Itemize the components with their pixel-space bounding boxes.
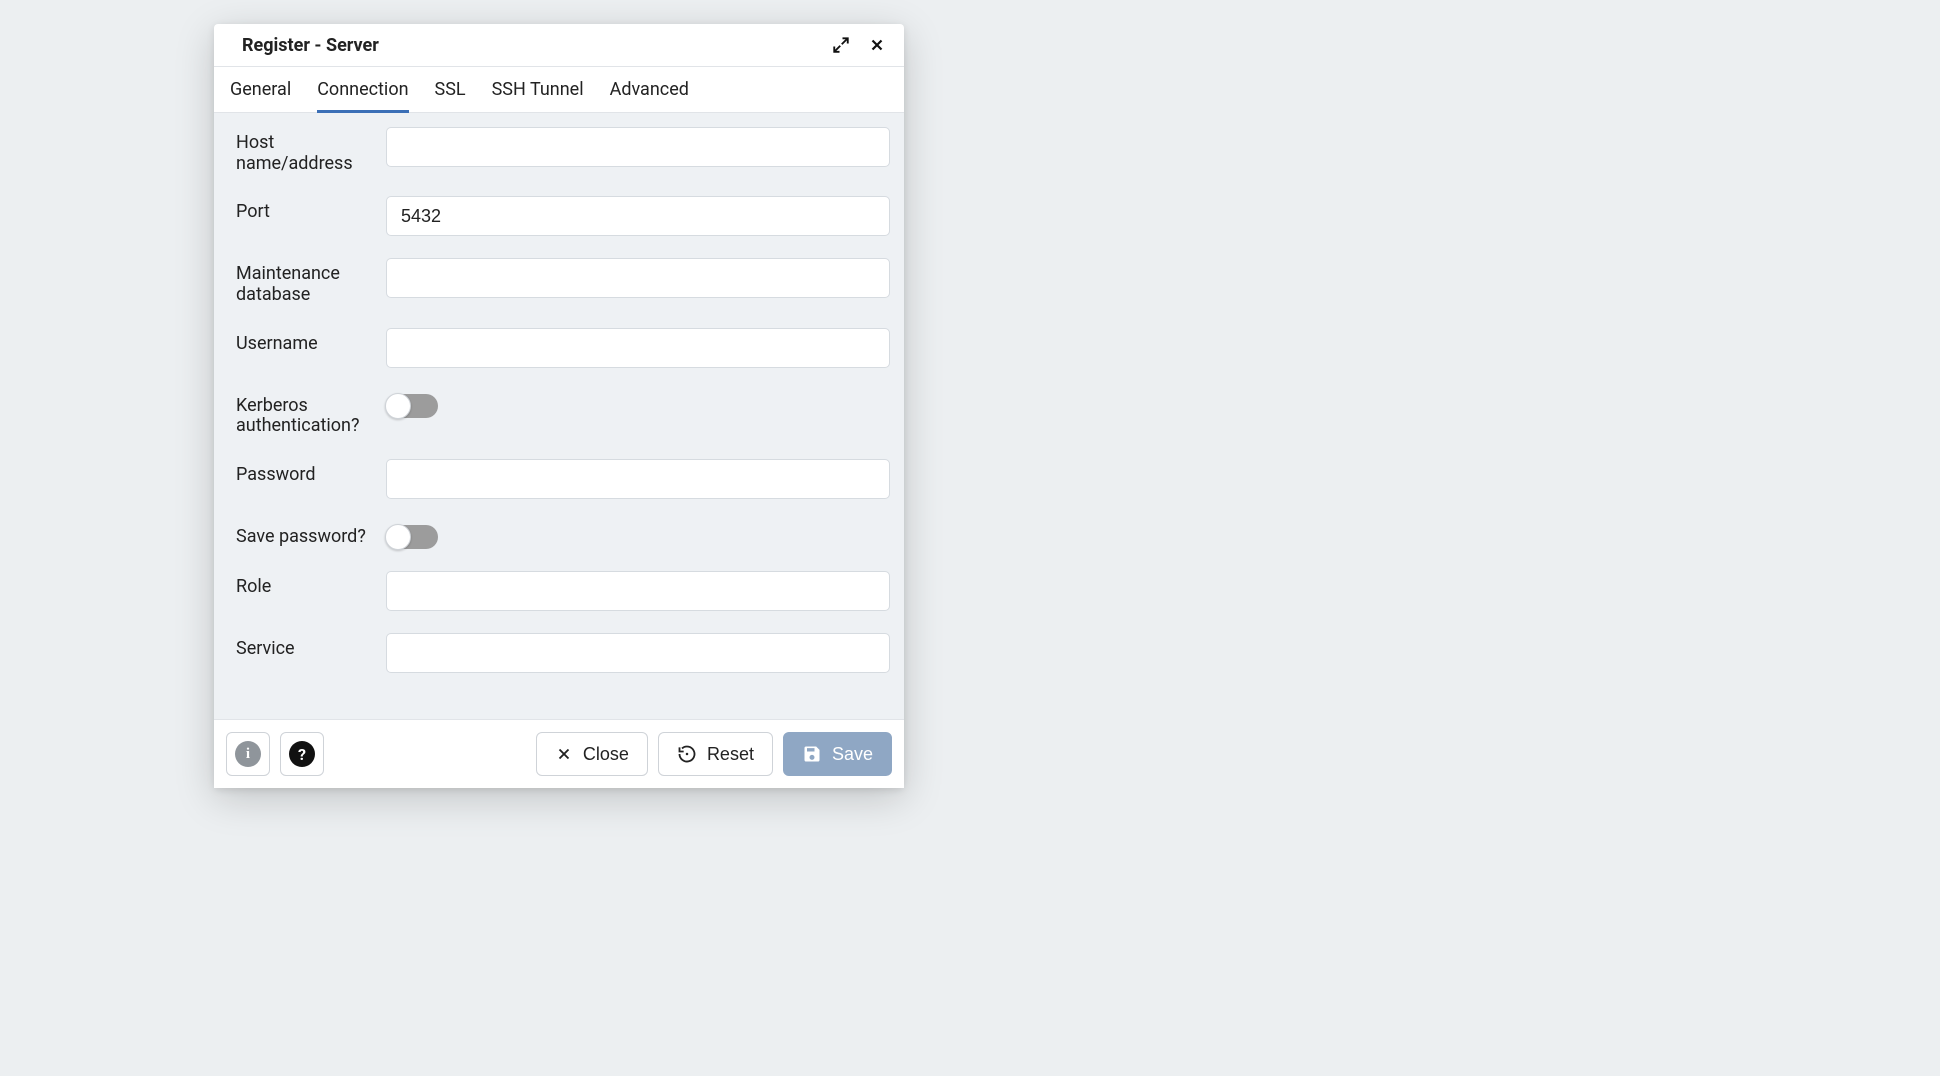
tab-connection[interactable]: Connection	[317, 67, 408, 113]
label-savepw: Save password?	[226, 521, 386, 548]
password-input[interactable]	[386, 459, 890, 499]
dialog-title: Register - Server	[242, 35, 830, 56]
reset-button[interactable]: Reset	[658, 732, 773, 776]
row-port: Port	[226, 196, 892, 236]
label-role: Role	[226, 571, 386, 598]
kerberos-toggle[interactable]	[386, 394, 438, 418]
connection-form: Host name/address Port Maintenance datab…	[214, 113, 904, 719]
titlebar-actions	[830, 34, 888, 56]
tab-general[interactable]: General	[230, 67, 291, 113]
tab-ssl[interactable]: SSL	[435, 67, 466, 113]
reset-button-label: Reset	[707, 744, 754, 765]
role-input[interactable]	[386, 571, 890, 611]
row-maintdb: Maintenance database	[226, 258, 892, 305]
label-host: Host name/address	[226, 127, 386, 174]
row-savepw: Save password?	[226, 521, 892, 549]
info-button[interactable]: i	[226, 732, 270, 776]
register-server-dialog: Register - Server General Connection SSL…	[214, 24, 904, 788]
dialog-titlebar: Register - Server	[214, 24, 904, 67]
help-button[interactable]: ?	[280, 732, 324, 776]
save-icon	[802, 744, 822, 764]
service-input[interactable]	[386, 633, 890, 673]
label-service: Service	[226, 633, 386, 660]
host-input[interactable]	[386, 127, 890, 167]
row-host: Host name/address	[226, 127, 892, 174]
port-input[interactable]	[386, 196, 890, 236]
label-password: Password	[226, 459, 386, 486]
row-role: Role	[226, 571, 892, 611]
row-username: Username	[226, 328, 892, 368]
save-password-toggle[interactable]	[386, 525, 438, 549]
help-icon: ?	[289, 741, 315, 767]
expand-icon[interactable]	[830, 34, 852, 56]
tab-ssh-tunnel[interactable]: SSH Tunnel	[492, 67, 584, 113]
label-kerberos: Kerberos authentication?	[226, 390, 386, 437]
tab-advanced[interactable]: Advanced	[610, 67, 689, 113]
maintdb-input[interactable]	[386, 258, 890, 298]
row-kerberos: Kerberos authentication?	[226, 390, 892, 437]
info-icon: i	[235, 741, 261, 767]
username-input[interactable]	[386, 328, 890, 368]
label-port: Port	[226, 196, 386, 223]
close-x-icon	[555, 745, 573, 763]
dialog-footer: i ? Close Reset Save	[214, 719, 904, 788]
save-button-label: Save	[832, 744, 873, 765]
reset-icon	[677, 744, 697, 764]
row-service: Service	[226, 633, 892, 673]
label-maintdb: Maintenance database	[226, 258, 386, 305]
close-button[interactable]: Close	[536, 732, 648, 776]
dialog-tabs: General Connection SSL SSH Tunnel Advanc…	[214, 67, 904, 113]
label-username: Username	[226, 328, 386, 355]
row-password: Password	[226, 459, 892, 499]
close-button-label: Close	[583, 744, 629, 765]
save-button[interactable]: Save	[783, 732, 892, 776]
close-icon[interactable]	[866, 34, 888, 56]
